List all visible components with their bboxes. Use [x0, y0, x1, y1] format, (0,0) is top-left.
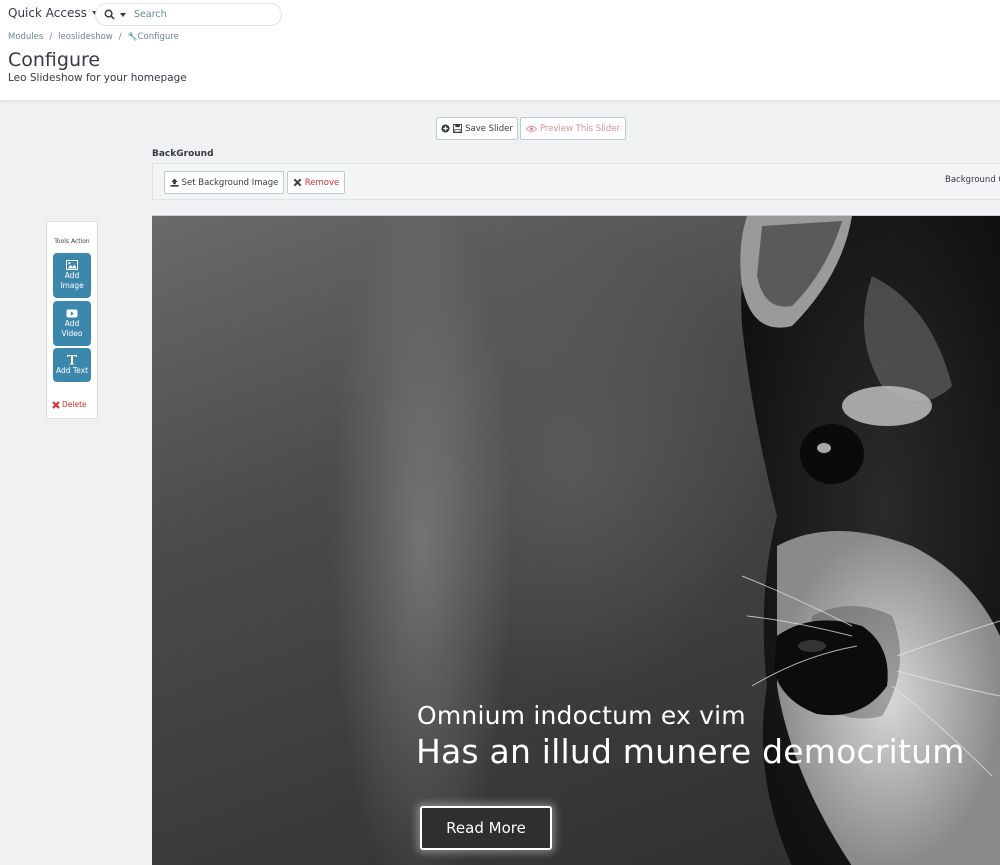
chevron-down-icon — [120, 12, 126, 17]
add-image-label-2: Image — [60, 281, 84, 290]
preview-slider-button[interactable]: Preview This Slider — [520, 117, 626, 140]
search-input[interactable] — [134, 9, 274, 20]
upload-icon — [170, 178, 179, 187]
close-icon — [52, 400, 60, 409]
add-text-button[interactable]: Add Text — [53, 348, 91, 382]
search-icon — [104, 9, 115, 20]
remove-background-label: Remove — [304, 177, 340, 188]
breadcrumb-configure-label: Configure — [137, 32, 179, 42]
floppy-disk-icon — [453, 124, 463, 133]
breadcrumb-configure: 🔧Configure — [128, 32, 179, 42]
add-video-label-1: Add — [64, 318, 80, 328]
slide-caption-large[interactable]: Has an illud munere democritum — [416, 732, 965, 771]
quick-access-label: Quick Access — [8, 6, 87, 20]
background-color-label: Background C — [945, 175, 1000, 185]
plus-circle-icon — [441, 124, 450, 133]
close-icon — [293, 178, 302, 187]
remove-background-button[interactable]: Remove — [287, 171, 345, 194]
delete-label: Delete — [62, 400, 87, 409]
image-icon — [66, 260, 78, 270]
quick-access-menu[interactable]: Quick Access — [8, 6, 98, 20]
top-header: Quick Access Modules / leoslideshow / 🔧C… — [0, 0, 1000, 101]
wrench-icon: 🔧 — [127, 32, 138, 41]
save-slider-label: Save Slider — [465, 123, 513, 134]
add-video-label-2: Video — [61, 328, 83, 338]
read-more-button[interactable]: Read More — [420, 806, 552, 850]
breadcrumb: Modules / leoslideshow / 🔧Configure — [8, 32, 179, 42]
eye-icon — [525, 125, 537, 132]
video-play-icon — [66, 309, 78, 317]
breadcrumb-modules[interactable]: Modules — [8, 32, 43, 42]
delete-layer-button[interactable]: Delete — [52, 400, 87, 409]
page-title: Configure — [8, 49, 101, 71]
background-section-label: BackGround — [152, 149, 214, 159]
slide-caption-small[interactable]: Omnium indoctum ex vim — [417, 701, 746, 730]
slide-canvas[interactable]: Omnium indoctum ex vim Has an illud mune… — [152, 215, 1000, 865]
search-box — [95, 3, 282, 26]
tools-action-panel: Tools Action Add Image Add Video Add Tex… — [46, 221, 98, 419]
breadcrumb-separator: / — [49, 32, 53, 42]
search-type-dropdown[interactable] — [96, 9, 130, 20]
page-subtitle: Leo Slideshow for your homepage — [8, 72, 187, 84]
add-video-button[interactable]: Add Video — [53, 301, 91, 346]
save-slider-button[interactable]: Save Slider — [436, 117, 518, 140]
tools-action-title: Tools Action — [54, 238, 90, 245]
text-icon — [67, 355, 77, 365]
preview-slider-label: Preview This Slider — [539, 123, 621, 134]
breadcrumb-separator: / — [118, 32, 122, 42]
breadcrumb-leoslideshow[interactable]: leoslideshow — [58, 32, 113, 42]
add-image-button[interactable]: Add Image — [53, 253, 91, 298]
add-image-label-1: Add — [64, 271, 80, 280]
set-background-image-label: Set Background Image — [181, 177, 279, 188]
set-background-image-button[interactable]: Set Background Image — [164, 171, 284, 194]
add-text-label: Add Text — [55, 366, 89, 375]
